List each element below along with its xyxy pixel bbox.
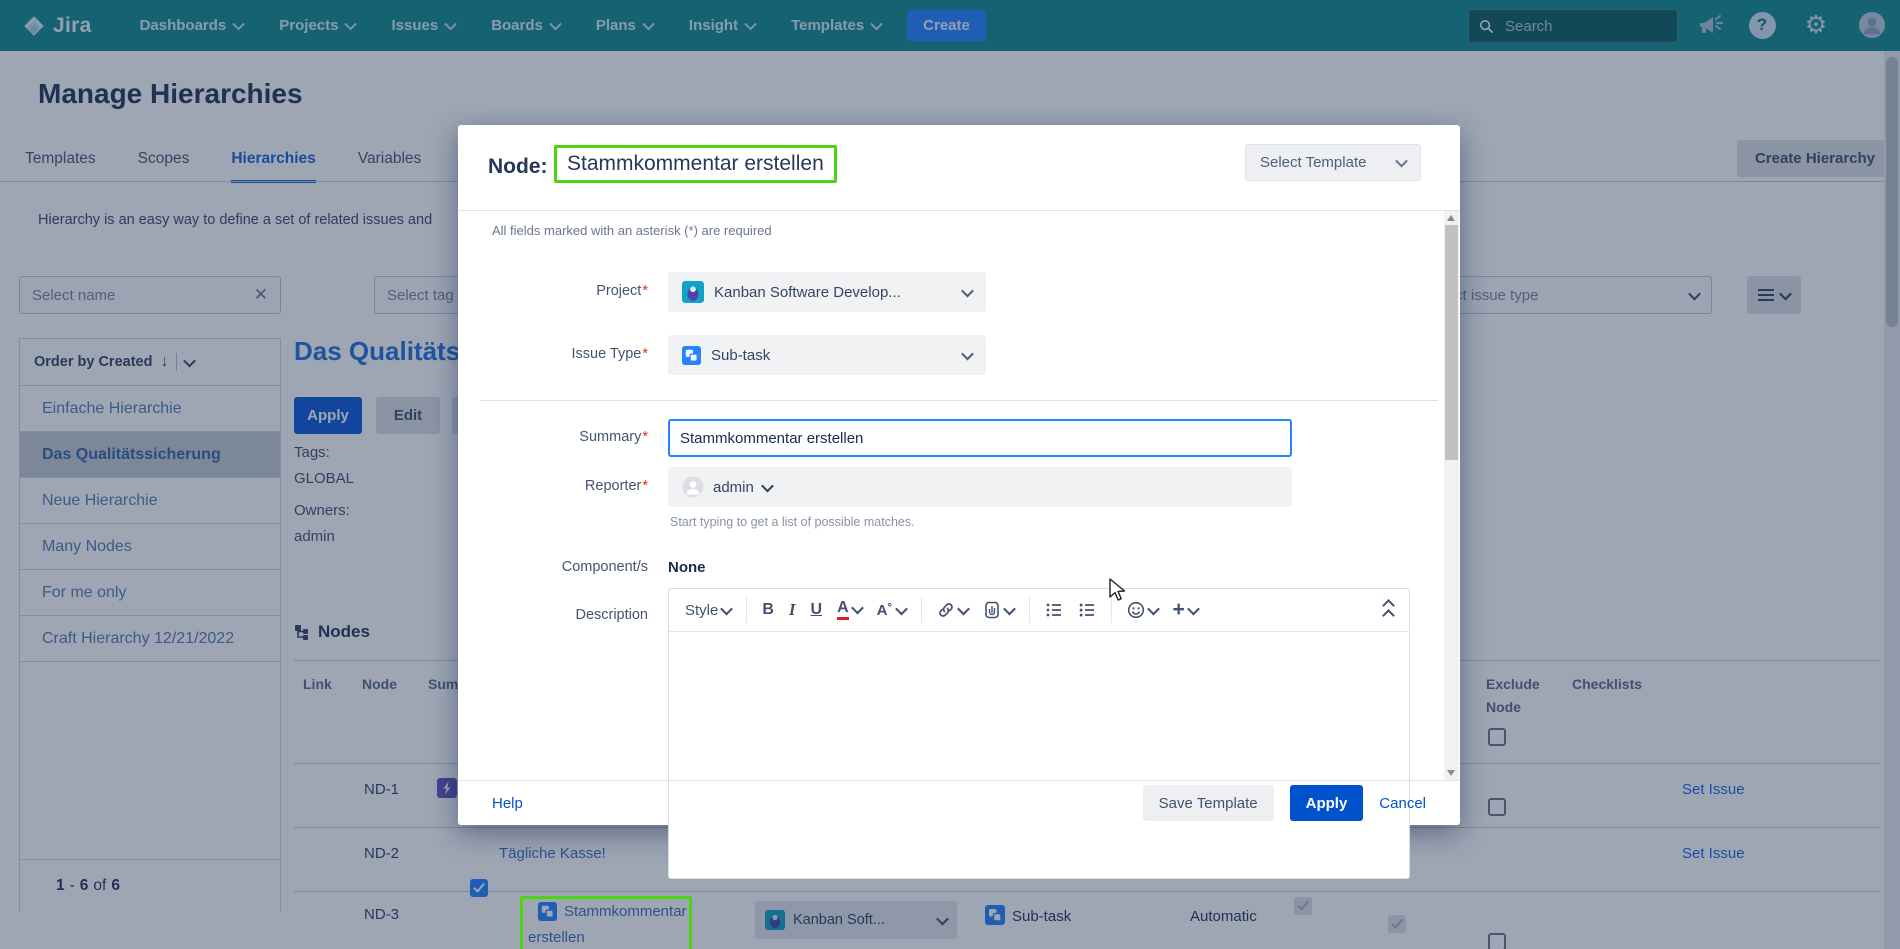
summary-input[interactable]: [668, 419, 1292, 457]
scrollbar-thumb[interactable]: [1445, 225, 1458, 460]
scroll-down-icon[interactable]: [1447, 770, 1455, 776]
chevron-down-icon: [720, 602, 733, 615]
description-editor[interactable]: Style B I U A A˚: [668, 588, 1410, 879]
divider: [480, 400, 1438, 401]
apply-button[interactable]: Apply: [1290, 785, 1364, 821]
chevron-down-icon: [961, 347, 974, 360]
highlight-box-dialog-title: Stammkommentar erstellen: [554, 145, 837, 183]
required-fields-note: All fields marked with an asterisk (*) a…: [492, 223, 772, 238]
link-button[interactable]: [937, 601, 968, 619]
numbered-list-icon: [1078, 601, 1096, 619]
chevron-down-icon: [1147, 602, 1160, 615]
description-textarea[interactable]: [669, 632, 1409, 879]
chevron-down-icon: [761, 479, 774, 492]
numbered-list-button[interactable]: [1078, 601, 1096, 619]
project-avatar: [682, 281, 704, 303]
divider: [458, 210, 1460, 211]
highlight-box-node-cell: [520, 896, 692, 949]
reporter-select[interactable]: admin: [668, 467, 1292, 507]
subtask-issue-icon: [682, 346, 701, 365]
chevron-down-icon: [961, 284, 974, 297]
chevron-down-icon: [1187, 602, 1200, 615]
issue-type-label: Issue Type: [458, 346, 648, 362]
collapse-toolbar-button[interactable]: [1384, 601, 1393, 620]
chevron-down-icon: [851, 602, 864, 615]
chevron-down-icon: [1003, 602, 1016, 615]
issue-type-select[interactable]: Sub-task: [668, 335, 986, 375]
link-icon: [937, 601, 955, 619]
dialog-title-label: Node:: [488, 155, 548, 179]
reporter-label: Reporter: [458, 478, 648, 494]
summary-label: Summary: [458, 429, 648, 445]
chevron-down-icon: [957, 602, 970, 615]
reporter-help-text: Start typing to get a list of possible m…: [670, 515, 915, 529]
project-select[interactable]: Kanban Software Develop...: [668, 272, 986, 312]
select-template-dropdown[interactable]: Select Template: [1245, 144, 1421, 181]
text-size-button[interactable]: A˚: [877, 602, 906, 619]
italic-button[interactable]: I: [789, 600, 796, 620]
user-avatar-icon: [682, 476, 704, 498]
project-label: Project: [458, 283, 648, 299]
description-label: Description: [458, 607, 648, 623]
insert-more-button[interactable]: +: [1173, 598, 1198, 622]
cancel-link[interactable]: Cancel: [1379, 795, 1426, 812]
emoji-button[interactable]: [1127, 601, 1158, 619]
chevron-down-icon: [1395, 155, 1408, 168]
text-color-button[interactable]: A: [837, 600, 862, 620]
dialog-title-value: Stammkommentar erstellen: [567, 152, 824, 176]
scroll-up-icon[interactable]: [1447, 215, 1455, 221]
attachment-icon: [983, 601, 1001, 619]
node-dialog: Node: Stammkommentar erstellen Select Te…: [458, 125, 1460, 825]
chevron-down-icon: [895, 602, 908, 615]
save-template-button[interactable]: Save Template: [1143, 785, 1274, 821]
help-link[interactable]: Help: [492, 795, 523, 812]
emoji-icon: [1127, 601, 1145, 619]
mouse-cursor: [1108, 578, 1130, 602]
component-label: Component/s: [458, 559, 648, 575]
bullet-list-icon: [1045, 601, 1063, 619]
dialog-scrollbar[interactable]: [1444, 211, 1459, 780]
underline-button[interactable]: U: [811, 601, 823, 619]
bullet-list-button[interactable]: [1045, 601, 1063, 619]
style-dropdown[interactable]: Style: [685, 602, 731, 619]
attachment-button[interactable]: [983, 601, 1014, 619]
bold-button[interactable]: B: [762, 601, 774, 619]
component-value: None: [668, 559, 706, 576]
dialog-footer: Help Save Template Apply Cancel: [458, 780, 1460, 825]
jira-screen: Jira Dashboards Projects Issues Boards P…: [0, 0, 1900, 949]
editor-toolbar: Style B I U A A˚: [669, 589, 1409, 632]
